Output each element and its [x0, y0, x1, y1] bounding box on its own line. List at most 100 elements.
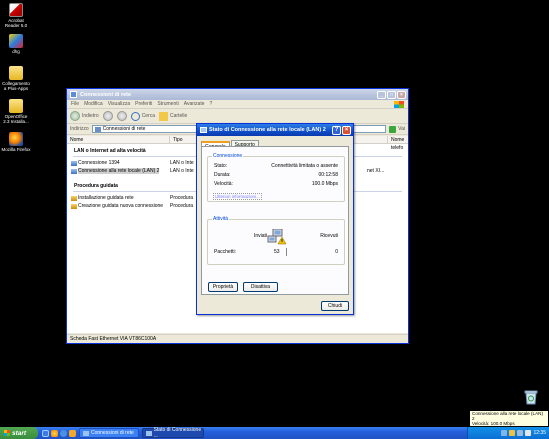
folders-label: Cartelle [170, 113, 188, 119]
firefox-icon [9, 132, 23, 146]
activity-group: Attività Inviati Ricevuti Pacchetti: 53 … [207, 216, 345, 265]
menu-file[interactable]: File [71, 101, 79, 107]
start-label: start [12, 429, 27, 437]
explorer-title: Connessioni di rete [80, 91, 132, 98]
minimize-button[interactable]: _ [377, 90, 386, 99]
more-info-link[interactable]: Ulteriori informazioni... [213, 193, 262, 200]
tray-icon[interactable] [517, 430, 524, 436]
connection-group: Connessione Stato: Connettività limitata… [207, 153, 345, 202]
item-extra: net XI... [367, 168, 385, 174]
address-value: Connessioni di rete [102, 126, 146, 132]
wizard-icon [71, 195, 77, 201]
item-name: Connessione 1394 [78, 160, 120, 166]
folder-icon [9, 99, 23, 113]
task-connection-status[interactable]: Stato di Connessione ... [142, 427, 204, 439]
wizard-icon [71, 203, 77, 209]
quick-launch [42, 429, 76, 437]
network-activity-icon [267, 229, 287, 245]
desktop-icon-label: Collegamento a Plus-Apps [2, 81, 30, 91]
menu-tools[interactable]: Strumenti [157, 101, 178, 107]
column-name[interactable]: Nome [67, 136, 170, 143]
desktop-icon-plus-apps[interactable]: Collegamento a Plus-Apps [1, 66, 31, 91]
network-connection-icon [71, 160, 77, 166]
desktop-icon-label: dhg [12, 49, 20, 54]
desktop-icon-label: Mozilla Firefox [1, 147, 31, 152]
status-bar: Scheda Fast Ethernet VIA VT86C100A [67, 334, 408, 343]
disable-button[interactable]: Disattiva [243, 282, 278, 292]
desktop-icon-dhg[interactable]: dhg [1, 34, 31, 54]
start-button[interactable]: start [0, 427, 38, 439]
desktop-icon-acrobat[interactable]: Acrobat Reader 5.0 [1, 3, 31, 28]
task-label: Stato di Connessione ... [153, 427, 202, 439]
task-label: Connessioni di rete [91, 430, 134, 436]
tray-icon[interactable] [501, 430, 508, 436]
up-folder-button[interactable] [116, 111, 127, 121]
menu-edit[interactable]: Modifica [84, 101, 103, 107]
packets-received: 0 [335, 249, 338, 255]
go-button[interactable]: Vai [389, 125, 405, 133]
search-button[interactable]: Cerca [130, 111, 156, 121]
maximize-button[interactable]: □ [387, 90, 396, 99]
dhg-icon [9, 34, 23, 48]
media-player-icon[interactable] [69, 429, 76, 437]
dialog-titlebar[interactable]: Stato di Connessione alla rete locale (L… [197, 124, 353, 136]
firefox-icon[interactable] [51, 429, 58, 437]
item-name: Creazione guidata nuova connessione [78, 203, 164, 209]
menu-bar: File Modifica Visualizza Preferiti Strum… [67, 100, 408, 109]
connection-status-dialog: Stato di Connessione alla rete locale (L… [196, 123, 354, 315]
packets-label: Pacchetti: [214, 249, 236, 255]
desktop-icon-firefox[interactable]: Mozilla Firefox [1, 132, 31, 152]
search-label: Cerca [141, 113, 156, 119]
item-name: Connessione alla rete locale (LAN) 2 [78, 168, 160, 174]
close-button[interactable]: × [397, 90, 406, 99]
windows-logo-icon [394, 101, 404, 108]
desktop-icon-label: Acrobat Reader 5.0 [4, 18, 28, 28]
item-name: Installazione guidata rete [78, 195, 134, 201]
folders-button[interactable]: Cartelle [159, 111, 188, 121]
received-label: Ricevuti [320, 233, 338, 239]
system-tray: 12:35 [467, 427, 549, 439]
desktop-icon-label: OpenOffice 2.3 Installa... [3, 114, 29, 124]
network-tray-icon[interactable] [525, 430, 532, 436]
menu-favorites[interactable]: Preferiti [135, 101, 152, 107]
menu-view[interactable]: Visualizza [108, 101, 130, 107]
forward-button[interactable] [102, 111, 113, 121]
back-button[interactable]: Indietro [70, 111, 99, 121]
dialog-close-label-button[interactable]: Chiudi [321, 301, 349, 311]
properties-button[interactable]: Proprietà [208, 282, 238, 292]
tray-icon[interactable] [509, 430, 516, 436]
ie-icon[interactable] [60, 429, 67, 437]
toolbar: Indietro Cerca Cartelle [67, 109, 408, 124]
speed-value: 100.0 Mbps [311, 181, 338, 187]
dialog-title: Stato di Connessione alla rete locale (L… [209, 127, 326, 133]
windows-logo-icon [4, 430, 10, 436]
menu-help[interactable]: ? [210, 101, 213, 107]
network-folder-icon [94, 126, 101, 132]
folders-icon [159, 111, 169, 121]
duration-value: 00:12:58 [318, 172, 338, 178]
recycle-bin-icon[interactable] [524, 390, 538, 405]
network-folder-icon [83, 430, 89, 436]
network-connection-icon [71, 168, 77, 174]
task-network-connections[interactable]: Connessioni di rete [79, 428, 139, 438]
network-connection-icon [200, 127, 207, 133]
sent-label: Inviati [254, 233, 268, 239]
dialog-close-button[interactable]: × [342, 125, 351, 135]
connection-balloon-tooltip: Connessione alla rete locale (LAN) 2 Vel… [469, 410, 549, 437]
back-label: Indietro [82, 113, 99, 119]
taskbar: start Connessioni di rete Stato di Conne… [0, 427, 549, 439]
help-button[interactable]: ? [332, 125, 341, 135]
clock[interactable]: 12:35 [533, 430, 546, 436]
state-value: Connettività limitata o assente [271, 163, 338, 169]
folder-shortcut-icon [9, 66, 23, 80]
network-folder-icon [70, 91, 77, 98]
general-panel: Connessione Stato: Connettività limitata… [201, 146, 349, 295]
speed-label: Velocità: [214, 181, 233, 187]
show-desktop-icon[interactable] [42, 429, 49, 437]
menu-advanced[interactable]: Avanzate [184, 101, 205, 107]
address-label: Indirizzo [70, 126, 89, 132]
desktop-icon-openoffice[interactable]: OpenOffice 2.3 Installa... [1, 99, 31, 124]
go-arrow-icon [389, 125, 397, 133]
explorer-titlebar[interactable]: Connessioni di rete _ □ × [67, 89, 408, 100]
column-phone[interactable]: Nome telefo [388, 136, 408, 151]
